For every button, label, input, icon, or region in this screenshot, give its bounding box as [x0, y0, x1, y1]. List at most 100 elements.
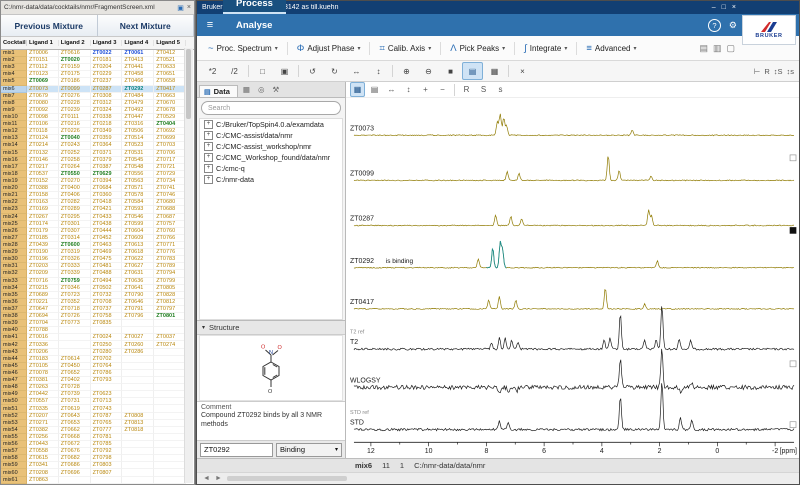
table-row[interactable]: mix24ZT0267ZT0295ZT0433ZT0546ZT0687	[1, 214, 186, 221]
table-row[interactable]: mix15ZT0132ZT0252ZT0371ZT0531ZT0706	[1, 150, 186, 157]
table-row[interactable]: mix37ZT0647ZT0718ZT0737ZT0791ZT0797	[1, 306, 186, 313]
ligand-cell[interactable]: ZT0803	[91, 462, 123, 469]
ligand-cell[interactable]: ZT0314	[59, 235, 91, 242]
ligand-cell[interactable]	[122, 363, 154, 370]
ligand-cell[interactable]: ZT0379	[91, 157, 123, 164]
ligand-cell[interactable]: ZT0679	[27, 93, 59, 100]
ligand-cell[interactable]	[154, 413, 186, 420]
ligand-cell[interactable]: ZT0307	[59, 228, 91, 235]
ligand-cell[interactable]: ZT0618	[122, 249, 154, 256]
cocktail-name[interactable]: mix61	[1, 477, 27, 484]
ligand-cell[interactable]: ZT0274	[154, 341, 186, 348]
multiple-display-button[interactable]: ▤	[462, 62, 483, 80]
ligand-cell[interactable]: ZT0729	[154, 171, 186, 178]
ligand-cell[interactable]: ZT0718	[59, 306, 91, 313]
ligand-cell[interactable]: ZT0484	[122, 93, 154, 100]
table-row[interactable]: mix26ZT0179ZT0307ZT0444ZT0604ZT0760	[1, 228, 186, 235]
ligand-cell[interactable]: ZT0442	[27, 391, 59, 398]
ligand-cell[interactable]: ZT0186	[59, 78, 91, 85]
ligand-cell[interactable]: ZT0124	[27, 135, 59, 142]
ligand-cell[interactable]: ZT0672	[59, 441, 91, 448]
ligand-cell[interactable]: ZT0651	[154, 71, 186, 78]
r-button-button[interactable]: R	[459, 82, 474, 97]
ligand-cell[interactable]: ZT0388	[27, 185, 59, 192]
ligand-cell[interactable]: ZT0463	[91, 242, 123, 249]
ligand-cell[interactable]: ZT0228	[59, 100, 91, 107]
cocktail-name[interactable]: mix2	[1, 57, 27, 64]
ligand-cell[interactable]: ZT0732	[91, 292, 123, 299]
ligand-cell[interactable]: ZT0818	[122, 427, 154, 434]
ligand-cell[interactable]: ZT0190	[27, 249, 59, 256]
ligand-cell[interactable]: ZT0653	[59, 420, 91, 427]
ligand-cell[interactable]: ZT0584	[122, 199, 154, 206]
ligand-cell[interactable]: ZT0776	[154, 249, 186, 256]
ligand-cell[interactable]: ZT0226	[59, 128, 91, 135]
table-row[interactable]: mix42ZT0336ZT0250ZT0260ZT0274	[1, 341, 186, 348]
ligand-cell[interactable]: ZT0835	[91, 320, 123, 327]
ligand-cell[interactable]: ZT0785	[91, 441, 123, 448]
ligand-cell[interactable]: ZT0571	[122, 185, 154, 192]
expand-vertical-button[interactable]: ↕	[368, 62, 389, 80]
ligand-cell[interactable]	[154, 420, 186, 427]
ligand-cell[interactable]: ZT0387	[91, 164, 123, 171]
ligand-cell[interactable]: ZT0326	[59, 256, 91, 263]
ligand-cell[interactable]: ZT0338	[91, 114, 123, 121]
cocktail-name[interactable]: mix46	[1, 370, 27, 377]
table-row[interactable]: mix52ZT0207ZT0643ZT0787ZT0808	[1, 413, 186, 420]
ligand-cell[interactable]: ZT0349	[91, 128, 123, 135]
table-row[interactable]: mix29ZT0190ZT0319ZT0469ZT0618ZT0776	[1, 249, 186, 256]
table-row[interactable]: mix19ZT0152ZT0270ZT0394ZT0563ZT0734	[1, 178, 186, 185]
ligand-cell[interactable]: ZT0622	[122, 256, 154, 263]
cocktail-name[interactable]: mix58	[1, 455, 27, 462]
ligand-cell[interactable]: ZT0737	[91, 306, 123, 313]
ligand-cell[interactable]: ZT0443	[27, 441, 59, 448]
ligand-cell[interactable]: ZT0319	[59, 249, 91, 256]
table-row[interactable]: mix14ZT0214ZT0243ZT0364ZT0523ZT0703	[1, 142, 186, 149]
expand-icon[interactable]: +	[204, 120, 213, 129]
ligand-cell[interactable]: ZT0757	[154, 221, 186, 228]
ligand-cell[interactable]: ZT0646	[122, 299, 154, 306]
ligand-cell[interactable]	[154, 448, 186, 455]
ligand-cell[interactable]: ZT0006	[27, 50, 59, 57]
ligand-cell[interactable]: ZT0488	[91, 270, 123, 277]
ligand-cell[interactable]: ZT0662	[59, 427, 91, 434]
cocktail-name[interactable]: mix28	[1, 242, 27, 249]
ligand-cell[interactable]: ZT0040	[59, 135, 91, 142]
menu-tab-analyse[interactable]: Analyse	[223, 14, 286, 36]
cocktail-name[interactable]: mix15	[1, 150, 27, 157]
ligand-cell[interactable]: ZT0438	[91, 221, 123, 228]
s-button-button[interactable]: S	[476, 82, 491, 97]
overlay-display-button[interactable]: ▦	[350, 82, 365, 97]
ligand-cell[interactable]: ZT0371	[91, 150, 123, 157]
cocktail-name[interactable]: mix4	[1, 71, 27, 78]
ligand-cell[interactable]: ZT0158	[27, 192, 59, 199]
ligand-cell[interactable]: ZT0324	[91, 107, 123, 114]
ligand-cell[interactable]: ZT0684	[91, 185, 123, 192]
ligand-cell[interactable]: ZT0413	[122, 57, 154, 64]
ligand-cell[interactable]: ZT0335	[27, 405, 59, 412]
close-icon[interactable]: ×	[732, 4, 736, 11]
ligand-cell[interactable]: ZT0699	[154, 135, 186, 142]
ligand-cell[interactable]: ZT0786	[91, 370, 123, 377]
ligand-cell[interactable]: ZT0444	[91, 228, 123, 235]
ligand-cell[interactable]: ZT0692	[154, 128, 186, 135]
table-row[interactable]: mix40ZT0788	[1, 327, 186, 334]
ligand-cell[interactable]	[122, 405, 154, 412]
ligand-cell[interactable]: ZT0521	[154, 57, 186, 64]
ligand-cell[interactable]: ZT0627	[122, 263, 154, 270]
ligand-cell[interactable]: ZT0099	[59, 86, 91, 93]
ligand-cell[interactable]: ZT0550	[59, 171, 91, 178]
ligand-cell[interactable]	[122, 356, 154, 363]
tab-tools-icon[interactable]: ⚒	[269, 84, 284, 95]
selected-row-marker[interactable]	[790, 227, 796, 233]
cocktail-name[interactable]: mix9	[1, 107, 27, 114]
ligand-cell[interactable]: ZT0364	[91, 142, 123, 149]
ligand-cell[interactable]: ZT0447	[122, 114, 154, 121]
ligand-cell[interactable]: ZT0558	[27, 448, 59, 455]
table-row[interactable]: mix11ZT0106ZT0216ZT0218ZT0316ZT0404	[1, 121, 186, 128]
cocktail-name[interactable]: mix27	[1, 235, 27, 242]
table-row[interactable]: mix39ZT0704ZT0773ZT0835	[1, 320, 186, 327]
ligand-cell[interactable]	[122, 477, 154, 484]
table-row[interactable]: mix18ZT0537ZT0550ZT0629ZT0556ZT0729	[1, 171, 186, 178]
ligand-cell[interactable]: ZT0708	[91, 299, 123, 306]
